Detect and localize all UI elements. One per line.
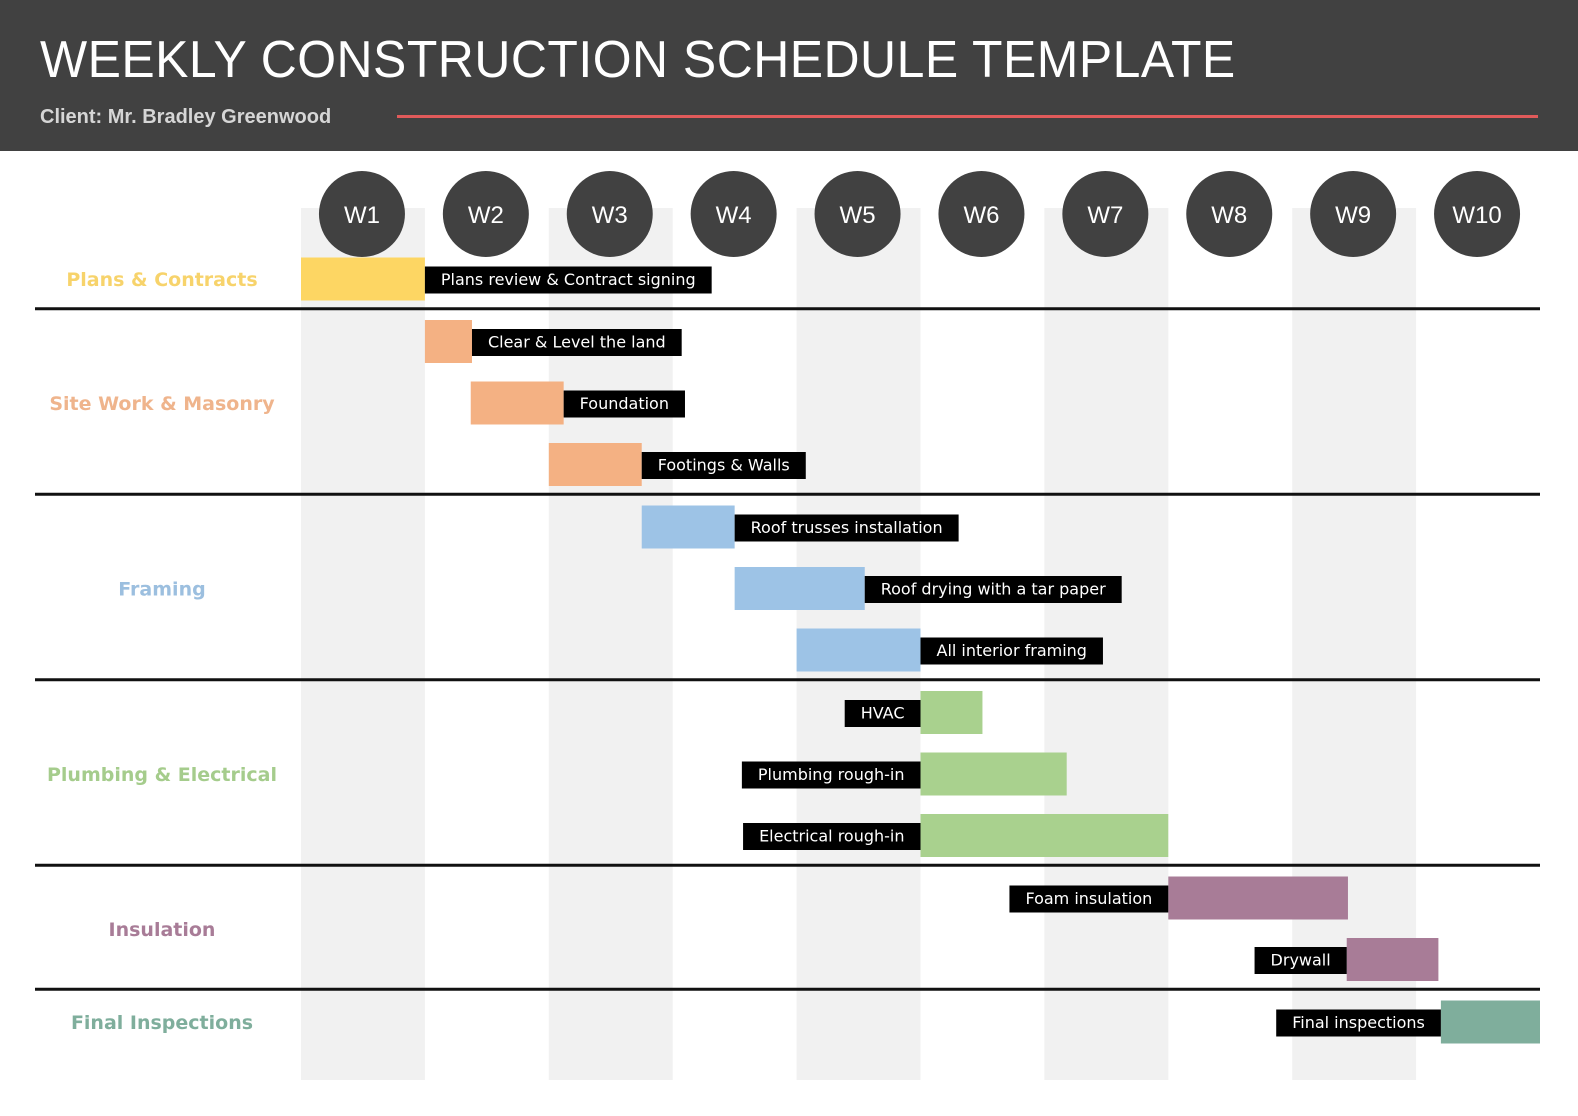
task-bar-roof-drying-with-a-tar-paper [734, 567, 865, 610]
category-label-plans-contracts: Plans & Contracts [66, 269, 257, 291]
task-bar-final-inspections [1440, 1000, 1540, 1044]
task-label-plans-review-contract-signing: Plans review & Contract signing [441, 270, 696, 289]
task-label-final-inspections: Final inspections [1292, 1013, 1425, 1032]
accent-divider [397, 115, 1538, 118]
week-label-w10: W10 [1452, 202, 1501, 229]
task-bar-foundation [470, 381, 564, 425]
week-label-w6: W6 [963, 202, 999, 229]
task-label-electrical-rough-in: Electrical rough-in [759, 827, 904, 846]
week-label-w1: W1 [344, 202, 380, 229]
week-label-w2: W2 [468, 202, 504, 229]
task-label-foundation: Foundation [580, 394, 669, 413]
task-label-all-interior-framing: All interior framing [937, 641, 1087, 660]
task-label-plumbing-rough-in: Plumbing rough-in [758, 765, 905, 784]
task-bar-plumbing-rough-in [920, 752, 1067, 796]
task-bar-electrical-rough-in [920, 814, 1169, 857]
task-bar-all-interior-framing [796, 628, 921, 672]
task-label-foam-insulation: Foam insulation [1025, 889, 1152, 908]
week-label-w9: W9 [1335, 202, 1371, 229]
task-bar-roof-trusses-installation [641, 505, 735, 549]
category-label-final-inspections: Final Inspections [71, 1012, 253, 1034]
page-title: WEEKLY CONSTRUCTION SCHEDULE TEMPLATE [40, 31, 1236, 89]
week-label-w8: W8 [1211, 202, 1247, 229]
client-name: Client: Mr. Bradley Greenwood [40, 106, 332, 128]
week-stripe-w1 [301, 208, 425, 1080]
task-bar-drywall [1346, 938, 1439, 981]
header-banner: WEEKLY CONSTRUCTION SCHEDULE TEMPLATE Cl… [0, 0, 1578, 151]
task-bar-clear-level-the-land [424, 320, 472, 363]
week-label-w7: W7 [1087, 202, 1123, 229]
category-label-insulation: Insulation [109, 919, 216, 941]
task-bar-plans-review-contract-signing [301, 257, 425, 301]
task-label-hvac: HVAC [861, 704, 905, 723]
week-label-w4: W4 [716, 202, 752, 229]
gantt-chart: W1 W2 W3 W4 W5 W6 W7 W8 W9 W10 Plans & Contracts S… [35, 171, 1540, 1080]
category-labels: Plans & Contracts Site Work & Masonry Fram… [47, 269, 277, 1034]
week-label-w5: W5 [840, 202, 876, 229]
category-label-framing: Framing [118, 579, 205, 601]
category-label-plumbing-electrical: Plumbing & Electrical [47, 764, 277, 786]
task-label-roof-drying-with-a-tar-paper: Roof drying with a tar paper [881, 580, 1106, 599]
task-label-footings-walls: Footings & Walls [658, 456, 790, 475]
task-label-roof-trusses-installation: Roof trusses installation [751, 518, 943, 537]
task-label-clear-level-the-land: Clear & Level the land [488, 333, 666, 352]
task-bar-hvac [920, 691, 983, 734]
task-bar-foam-insulation [1168, 876, 1348, 920]
category-label-site-work-masonry: Site Work & Masonry [49, 393, 275, 415]
task-bar-footings-walls [548, 443, 642, 486]
week-label-w3: W3 [592, 202, 628, 229]
task-label-drywall: Drywall [1271, 951, 1331, 970]
